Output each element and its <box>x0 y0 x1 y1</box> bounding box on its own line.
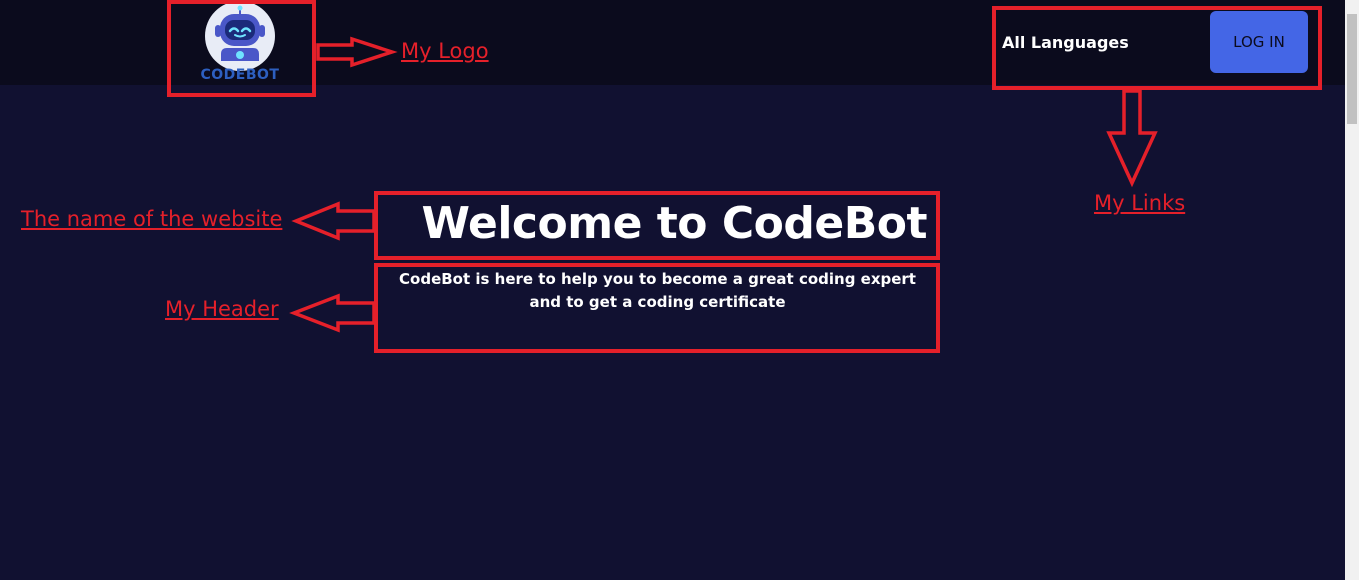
hero-description: CodeBot is here to help you to become a … <box>380 268 935 314</box>
navbar: CODEBOT All Languages LOG IN <box>0 0 1345 85</box>
nav-link-all-languages[interactable]: All Languages <box>1002 33 1129 53</box>
annotation-label-header: My Header <box>165 297 279 321</box>
annotation-label-website-name: The name of the website <box>21 207 283 231</box>
annotation-arrow-links <box>1106 89 1158 188</box>
logo-text: CODEBOT <box>200 67 280 83</box>
site-logo[interactable]: CODEBOT <box>196 1 284 84</box>
page: CODEBOT All Languages LOG IN Welcome to … <box>0 0 1359 580</box>
annotation-arrow-website-name <box>291 201 376 241</box>
annotation-arrow-header <box>289 293 376 333</box>
vertical-scrollbar[interactable] <box>1345 0 1359 580</box>
annotation-label-logo: My Logo <box>401 39 489 63</box>
nav-links: All Languages LOG IN <box>1002 10 1312 74</box>
scrollbar-thumb[interactable] <box>1347 14 1357 124</box>
annotation-label-links: My Links <box>1094 191 1186 215</box>
hero-description-line-2: and to get a coding certificate <box>529 293 786 311</box>
hero-title: Welcome to CodeBot <box>421 198 928 249</box>
login-button[interactable]: LOG IN <box>1210 11 1308 73</box>
hero-description-line-1: CodeBot is here to help you to become a … <box>399 270 916 288</box>
